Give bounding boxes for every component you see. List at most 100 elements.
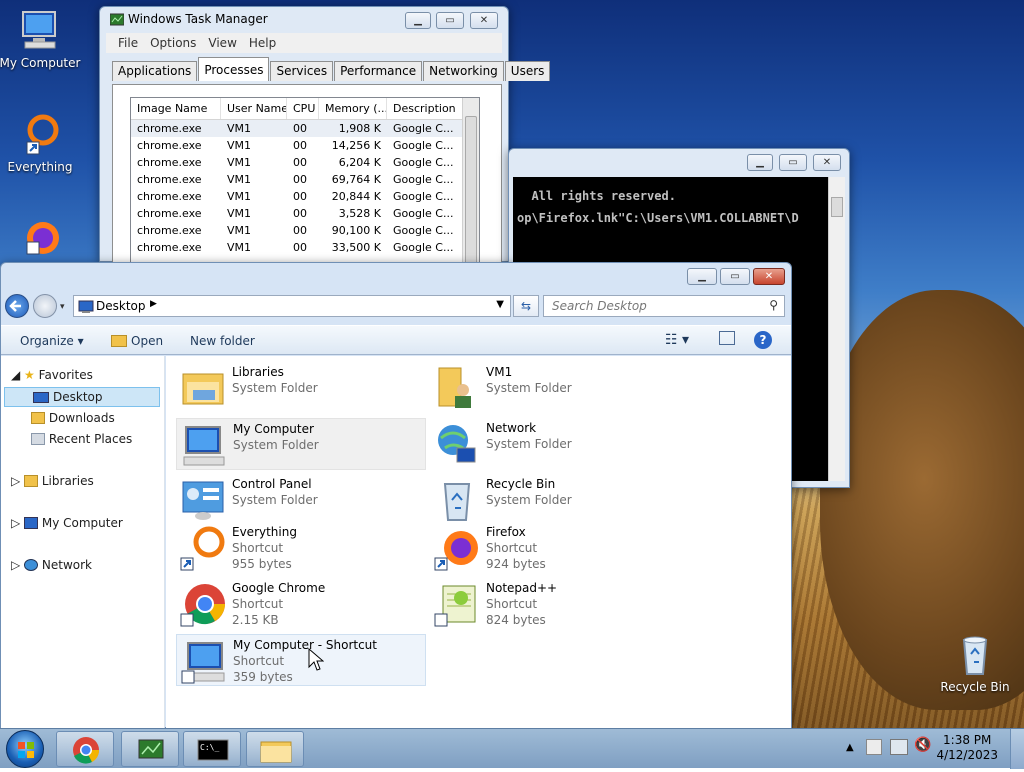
menu-options[interactable]: Options [144, 33, 202, 53]
process-row[interactable]: chrome.exe VM1 00 3,528 K Google C... [131, 205, 479, 222]
tab-processes[interactable]: Processes [198, 57, 270, 81]
menu-file[interactable]: File [112, 33, 144, 53]
item-recycle-bin[interactable]: Recycle Bin System Folder [430, 474, 680, 526]
search-input[interactable]: Search Desktop ⚲ [543, 295, 785, 317]
item-everything[interactable]: Everything Shortcut 955 bytes [176, 522, 426, 574]
item-vm1[interactable]: VM1 System Folder [430, 362, 680, 414]
process-user: VM1 [227, 122, 252, 135]
process-row[interactable]: chrome.exe VM1 00 20,844 K Google C... [131, 188, 479, 205]
close-button[interactable]: ✕ [470, 12, 498, 29]
preview-pane-icon[interactable] [719, 331, 735, 345]
taskbar-task-manager-button[interactable] [121, 731, 179, 767]
item-my-computer[interactable]: My Computer System Folder [176, 418, 426, 470]
network-tray-icon[interactable] [890, 739, 908, 755]
tab-networking[interactable]: Networking [423, 61, 504, 81]
nav-libraries[interactable]: ▷ Libraries [11, 474, 94, 494]
process-user: VM1 [227, 173, 252, 186]
explorer-maximize-button[interactable]: ▭ [720, 268, 750, 285]
column-description[interactable]: Description [387, 98, 467, 119]
desktop-icon-recycle-bin[interactable]: Recycle Bin [933, 632, 1017, 694]
maximize-button[interactable]: ▭ [436, 12, 464, 29]
user-folder-icon [438, 367, 471, 408]
explorer-close-button[interactable]: ✕ [753, 268, 785, 285]
task-manager-window[interactable]: Windows Task Manager ▁ ▭ ✕ File Options … [99, 6, 551, 267]
process-scrollbar[interactable] [462, 98, 479, 266]
refresh-button[interactable]: ⇆ [513, 295, 539, 317]
item-network[interactable]: Network System Folder [430, 418, 680, 470]
view-options-icon[interactable]: ☷ ▾ [665, 332, 689, 348]
address-dropdown-icon[interactable]: ▼ [496, 299, 504, 310]
item-libraries[interactable]: Libraries System Folder [176, 362, 426, 414]
recent-pages-dropdown[interactable]: ▾ [60, 302, 65, 312]
item-size: 924 bytes [486, 557, 546, 571]
menu-help[interactable]: Help [243, 33, 282, 53]
tab-performance[interactable]: Performance [334, 61, 423, 81]
process-row[interactable]: chrome.exe VM1 00 1,908 K Google C... [131, 120, 479, 137]
show-desktop-button[interactable] [1010, 729, 1024, 769]
start-button[interactable] [6, 730, 44, 768]
search-icon[interactable]: ⚲ [769, 298, 778, 312]
explorer-minimize-button[interactable]: ▁ [687, 268, 717, 285]
console-close-button[interactable]: ✕ [813, 154, 841, 171]
process-row[interactable]: chrome.exe VM1 00 69,764 K Google C... [131, 171, 479, 188]
desktop-icon [78, 300, 94, 313]
nav-desktop[interactable]: Desktop [4, 387, 160, 407]
tab-services[interactable]: Services [270, 61, 334, 81]
tab-users[interactable]: Users [504, 61, 551, 81]
taskbar-explorer-button[interactable] [246, 731, 304, 767]
process-user: VM1 [227, 190, 252, 203]
column-image-name[interactable]: Image Name [131, 98, 221, 119]
clock[interactable]: 1:38 PM 4/12/2023 [936, 733, 998, 763]
console-minimize-button[interactable]: ▁ [747, 154, 773, 171]
item-type: System Folder [232, 493, 318, 507]
task-manager-titlebar[interactable]: Windows Task Manager ▁ ▭ ✕ [100, 7, 508, 33]
svg-text:C:\_: C:\_ [200, 743, 219, 752]
action-center-icon[interactable] [866, 739, 882, 755]
console-titlebar[interactable]: ▁ ▭ ✕ [509, 149, 849, 175]
scrollbar-thumb[interactable] [465, 116, 477, 266]
process-row[interactable]: chrome.exe VM1 00 14,256 K Google C... [131, 137, 479, 154]
item-my-computer-shortcut[interactable]: My Computer - Shortcut Shortcut 359 byte… [176, 634, 426, 686]
control-panel-icon [182, 481, 224, 520]
taskbar-console-button[interactable]: C:\_ [183, 731, 241, 767]
forward-button[interactable] [33, 294, 57, 318]
process-row[interactable]: chrome.exe VM1 00 90,100 K Google C... [131, 222, 479, 239]
item-notepad-plus-plus[interactable]: Notepad++ Shortcut 824 bytes [430, 578, 680, 630]
nav-my-computer[interactable]: ▷ My Computer [11, 516, 123, 536]
column-user-name[interactable]: User Name [221, 98, 287, 119]
console-maximize-button[interactable]: ▭ [779, 154, 807, 171]
console-scroll-thumb[interactable] [831, 197, 843, 217]
volume-muted-icon[interactable]: 🔇 [914, 737, 931, 753]
show-hidden-icons-button[interactable]: ▲ [846, 742, 854, 753]
breadcrumb-arrow-icon[interactable]: ▶ [150, 299, 157, 309]
column-cpu[interactable]: CPU [287, 98, 319, 119]
desktop-icon-my-computer[interactable]: My Computer [0, 8, 82, 70]
process-memory: 20,844 K [331, 190, 381, 203]
item-firefox[interactable]: Firefox Shortcut 924 bytes [430, 522, 680, 574]
explorer-window[interactable]: ▁ ▭ ✕ ▾ Desktop ▶ ▼ ⇆ Search Desktop ⚲ O… [0, 262, 792, 729]
nav-recent-places[interactable]: Recent Places [31, 432, 132, 452]
console-line: op\Firefox.lnk"C:\Users\VM1.COLLABNET\D [517, 211, 799, 225]
menu-view[interactable]: View [202, 33, 242, 53]
help-icon[interactable]: ? [754, 331, 772, 349]
nav-network[interactable]: ▷ Network [11, 558, 92, 578]
item-google-chrome[interactable]: Google Chrome Shortcut 2.15 KB [176, 578, 426, 630]
process-row[interactable]: chrome.exe VM1 00 6,204 K Google C... [131, 154, 479, 171]
explorer-titlebar[interactable]: ▁ ▭ ✕ [1, 263, 791, 289]
address-bar[interactable]: Desktop ▶ ▼ [73, 295, 511, 317]
nav-downloads[interactable]: Downloads [31, 411, 115, 431]
item-control-panel[interactable]: Control Panel System Folder [176, 474, 426, 526]
process-row[interactable]: chrome.exe VM1 00 33,500 K Google C... [131, 239, 479, 256]
open-button[interactable]: Open [111, 334, 163, 348]
back-button[interactable] [5, 294, 29, 318]
desktop-icon-firefox[interactable] [0, 212, 82, 260]
minimize-button[interactable]: ▁ [405, 12, 431, 29]
console-scrollbar[interactable] [828, 177, 845, 481]
nav-favorites[interactable]: ◢ ★ Favorites [11, 368, 93, 388]
column-memory[interactable]: Memory (... [319, 98, 387, 119]
tab-applications[interactable]: Applications [112, 61, 198, 81]
organize-button[interactable]: Organize ▾ [20, 334, 84, 348]
taskbar-chrome-button[interactable] [56, 731, 114, 767]
desktop-icon-everything[interactable]: Everything [0, 112, 82, 174]
new-folder-button[interactable]: New folder [190, 334, 255, 348]
